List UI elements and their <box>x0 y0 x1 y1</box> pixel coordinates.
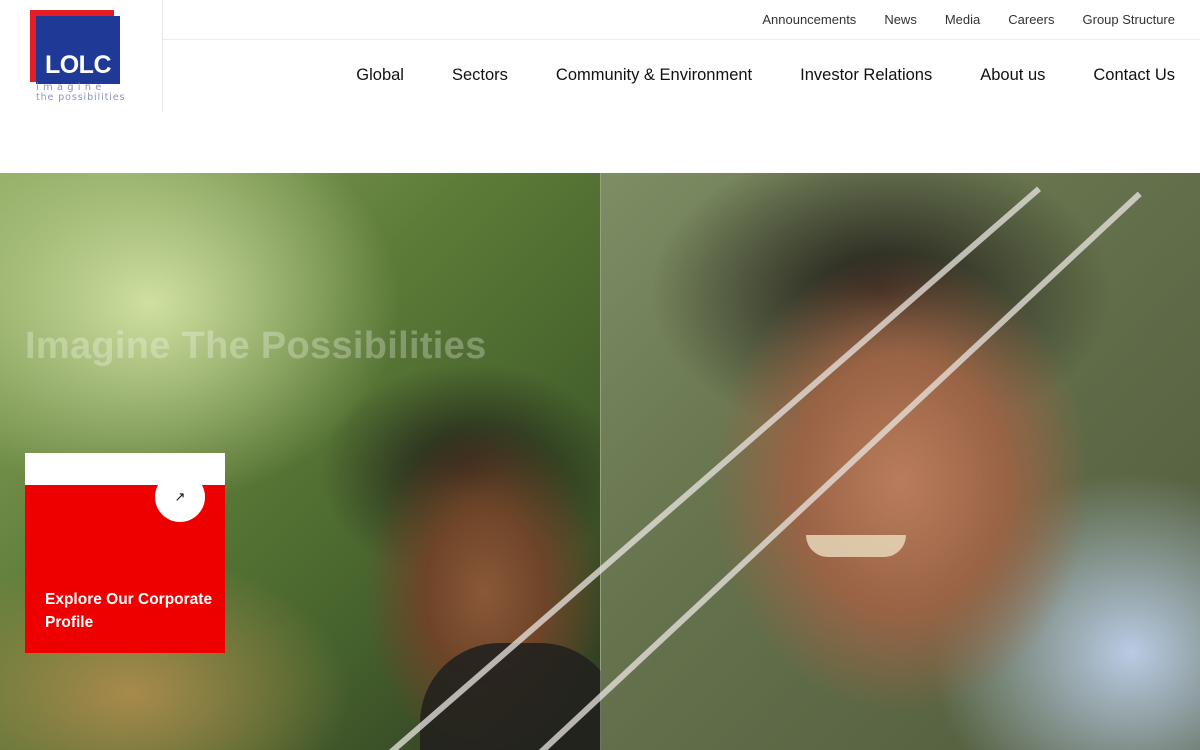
utility-nav: Announcements News Media Careers Group S… <box>762 12 1175 27</box>
logo-wordmark: LOLC <box>44 51 112 79</box>
nav-investor-relations[interactable]: Investor Relations <box>800 66 932 85</box>
main-nav: Global Sectors Community & Environment I… <box>356 66 1175 85</box>
arrow-up-right-icon[interactable]: ↗ <box>155 472 205 522</box>
hero-headline: Imagine The Possibilities <box>25 325 487 367</box>
nav-community-environment[interactable]: Community & Environment <box>556 66 752 85</box>
header-divider <box>163 39 1200 40</box>
utility-link-announcements[interactable]: Announcements <box>762 12 856 27</box>
nav-sectors[interactable]: Sectors <box>452 66 508 85</box>
nav-global[interactable]: Global <box>356 66 404 85</box>
hero-split-line <box>600 173 601 750</box>
site-header: LOLC imagine the possibilities Announcem… <box>0 0 1200 112</box>
nav-contact-us[interactable]: Contact Us <box>1093 66 1175 85</box>
logo[interactable]: LOLC imagine the possibilities <box>0 0 163 112</box>
utility-link-careers[interactable]: Careers <box>1008 12 1054 27</box>
hero-smile-shape <box>806 535 906 557</box>
hero-image-woman <box>601 173 1200 750</box>
nav-about-us[interactable]: About us <box>980 66 1045 85</box>
logo-tagline-possibilities: the possibilities <box>36 92 126 103</box>
hero-banner: Imagine The Possibilities ↗ Explore Our … <box>0 173 1200 750</box>
corporate-profile-card[interactable]: ↗ Explore Our Corporate Profile <box>25 453 225 653</box>
utility-link-news[interactable]: News <box>884 12 917 27</box>
utility-link-group-structure[interactable]: Group Structure <box>1083 12 1176 27</box>
utility-link-media[interactable]: Media <box>945 12 980 27</box>
corporate-profile-label[interactable]: Explore Our Corporate Profile <box>45 588 220 634</box>
